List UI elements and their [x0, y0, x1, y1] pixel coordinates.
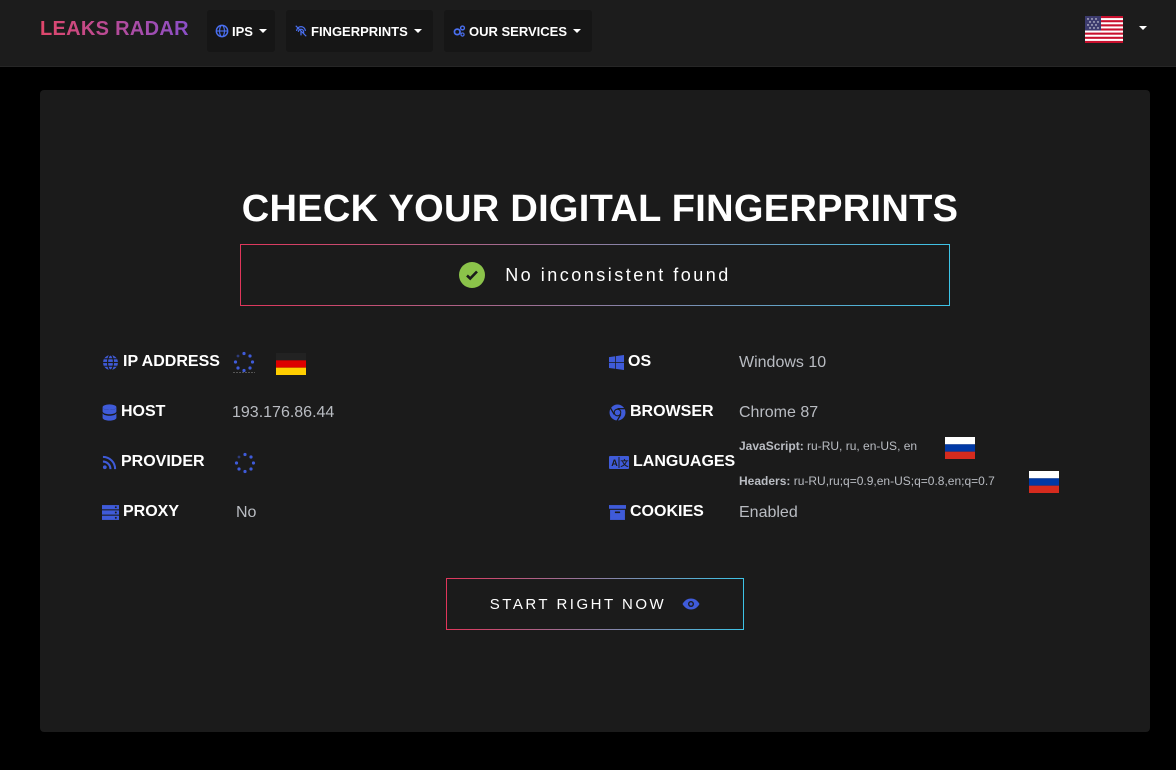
browser-value: Chrome 87 — [739, 404, 819, 421]
proxy-label-text: PROXY — [123, 503, 180, 520]
svg-text:A: A — [611, 458, 618, 468]
rss-icon — [102, 455, 117, 469]
cookies-label-text: COOKIES — [630, 503, 704, 520]
headers-languages: Headers: ru-RU,ru;q=0.9,en-US;q=0.8,en;q… — [739, 474, 995, 488]
database-icon — [102, 403, 117, 421]
windows-icon — [609, 354, 624, 370]
globe-icon — [215, 24, 229, 38]
russia-flag-icon — [1029, 471, 1059, 493]
archive-icon — [609, 504, 626, 520]
javascript-languages-value: ru-RU, ru, en-US, en — [807, 439, 918, 453]
start-button-label: START RIGHT NOW — [489, 595, 667, 613]
os-label-text: OS — [628, 353, 652, 370]
loading-spinner-icon — [234, 452, 256, 474]
check-circle-icon — [459, 262, 486, 288]
nav-services-dropdown[interactable]: OUR SERVICES — [444, 10, 592, 52]
languages-label-text: LANGUAGES — [633, 453, 736, 470]
nav-ips-dropdown[interactable]: IPS — [207, 10, 275, 52]
ip-address-label-text: IP ADDRESS — [123, 353, 220, 370]
languages-label: A文 LANGUAGES — [609, 453, 735, 471]
nav-fingerprints-dropdown[interactable]: FINGERPRINTS — [286, 10, 433, 52]
top-navbar: LEAKS RADAR IPS FINGERPRINTS OUR SERVICE… — [0, 0, 1176, 67]
svg-text:文: 文 — [621, 458, 630, 468]
status-text: No inconsistent found — [505, 264, 731, 285]
os-value: Windows 10 — [739, 354, 827, 371]
server-icon — [102, 504, 119, 520]
chevron-down-icon — [258, 29, 267, 33]
brand-logo[interactable]: LEAKS RADAR — [40, 18, 189, 41]
cookies-label: COOKIES — [609, 503, 704, 521]
provider-label: PROVIDER — [102, 453, 205, 471]
cogs-icon — [453, 25, 466, 37]
chevron-down-icon — [413, 29, 422, 33]
nav-ips-label: IPS — [232, 23, 253, 39]
russia-flag-icon — [945, 437, 975, 459]
nav-fingerprints-label: FINGERPRINTS — [311, 23, 408, 39]
language-dropdown-caret[interactable] — [1139, 26, 1147, 30]
proxy-value: No — [236, 504, 257, 521]
javascript-languages-label: JavaScript: — [739, 439, 804, 453]
nav-services-label: OUR SERVICES — [469, 23, 568, 39]
eye-icon — [682, 598, 700, 610]
host-label: HOST — [102, 403, 165, 421]
host-value: 193.176.86.44 — [232, 404, 335, 421]
page-title: CHECK YOUR DIGITAL FINGERPRINTS — [241, 188, 959, 230]
chrome-icon — [609, 404, 626, 421]
headers-languages-label: Headers: — [739, 474, 791, 488]
headers-languages-value: ru-RU,ru;q=0.9,en-US;q=0.8,en;q=0.7 — [793, 474, 995, 488]
cookies-value: Enabled — [739, 504, 798, 521]
germany-flag-icon — [276, 353, 306, 375]
proxy-label: PROXY — [102, 503, 179, 521]
globe-icon — [103, 353, 118, 371]
ip-address-label: IP ADDRESS — [102, 353, 220, 371]
loading-spinner-icon — [233, 351, 255, 373]
chevron-down-icon — [573, 29, 582, 33]
provider-label-text: PROVIDER — [121, 453, 205, 470]
os-label: OS — [609, 353, 651, 371]
start-right-now-button[interactable]: START RIGHT NOW — [446, 578, 744, 630]
browser-label: BROWSER — [609, 403, 714, 421]
status-box: No inconsistent found — [240, 244, 950, 306]
main-card: CHECK YOUR DIGITAL FINGERPRINTS No incon… — [40, 90, 1150, 732]
fingerprint-icon — [295, 25, 307, 37]
browser-label-text: BROWSER — [630, 403, 714, 420]
language-icon: A文 — [609, 455, 630, 469]
javascript-languages: JavaScript: ru-RU, ru, en-US, en — [739, 439, 917, 453]
host-label-text: HOST — [121, 403, 166, 420]
us-flag-icon[interactable] — [1085, 16, 1123, 43]
